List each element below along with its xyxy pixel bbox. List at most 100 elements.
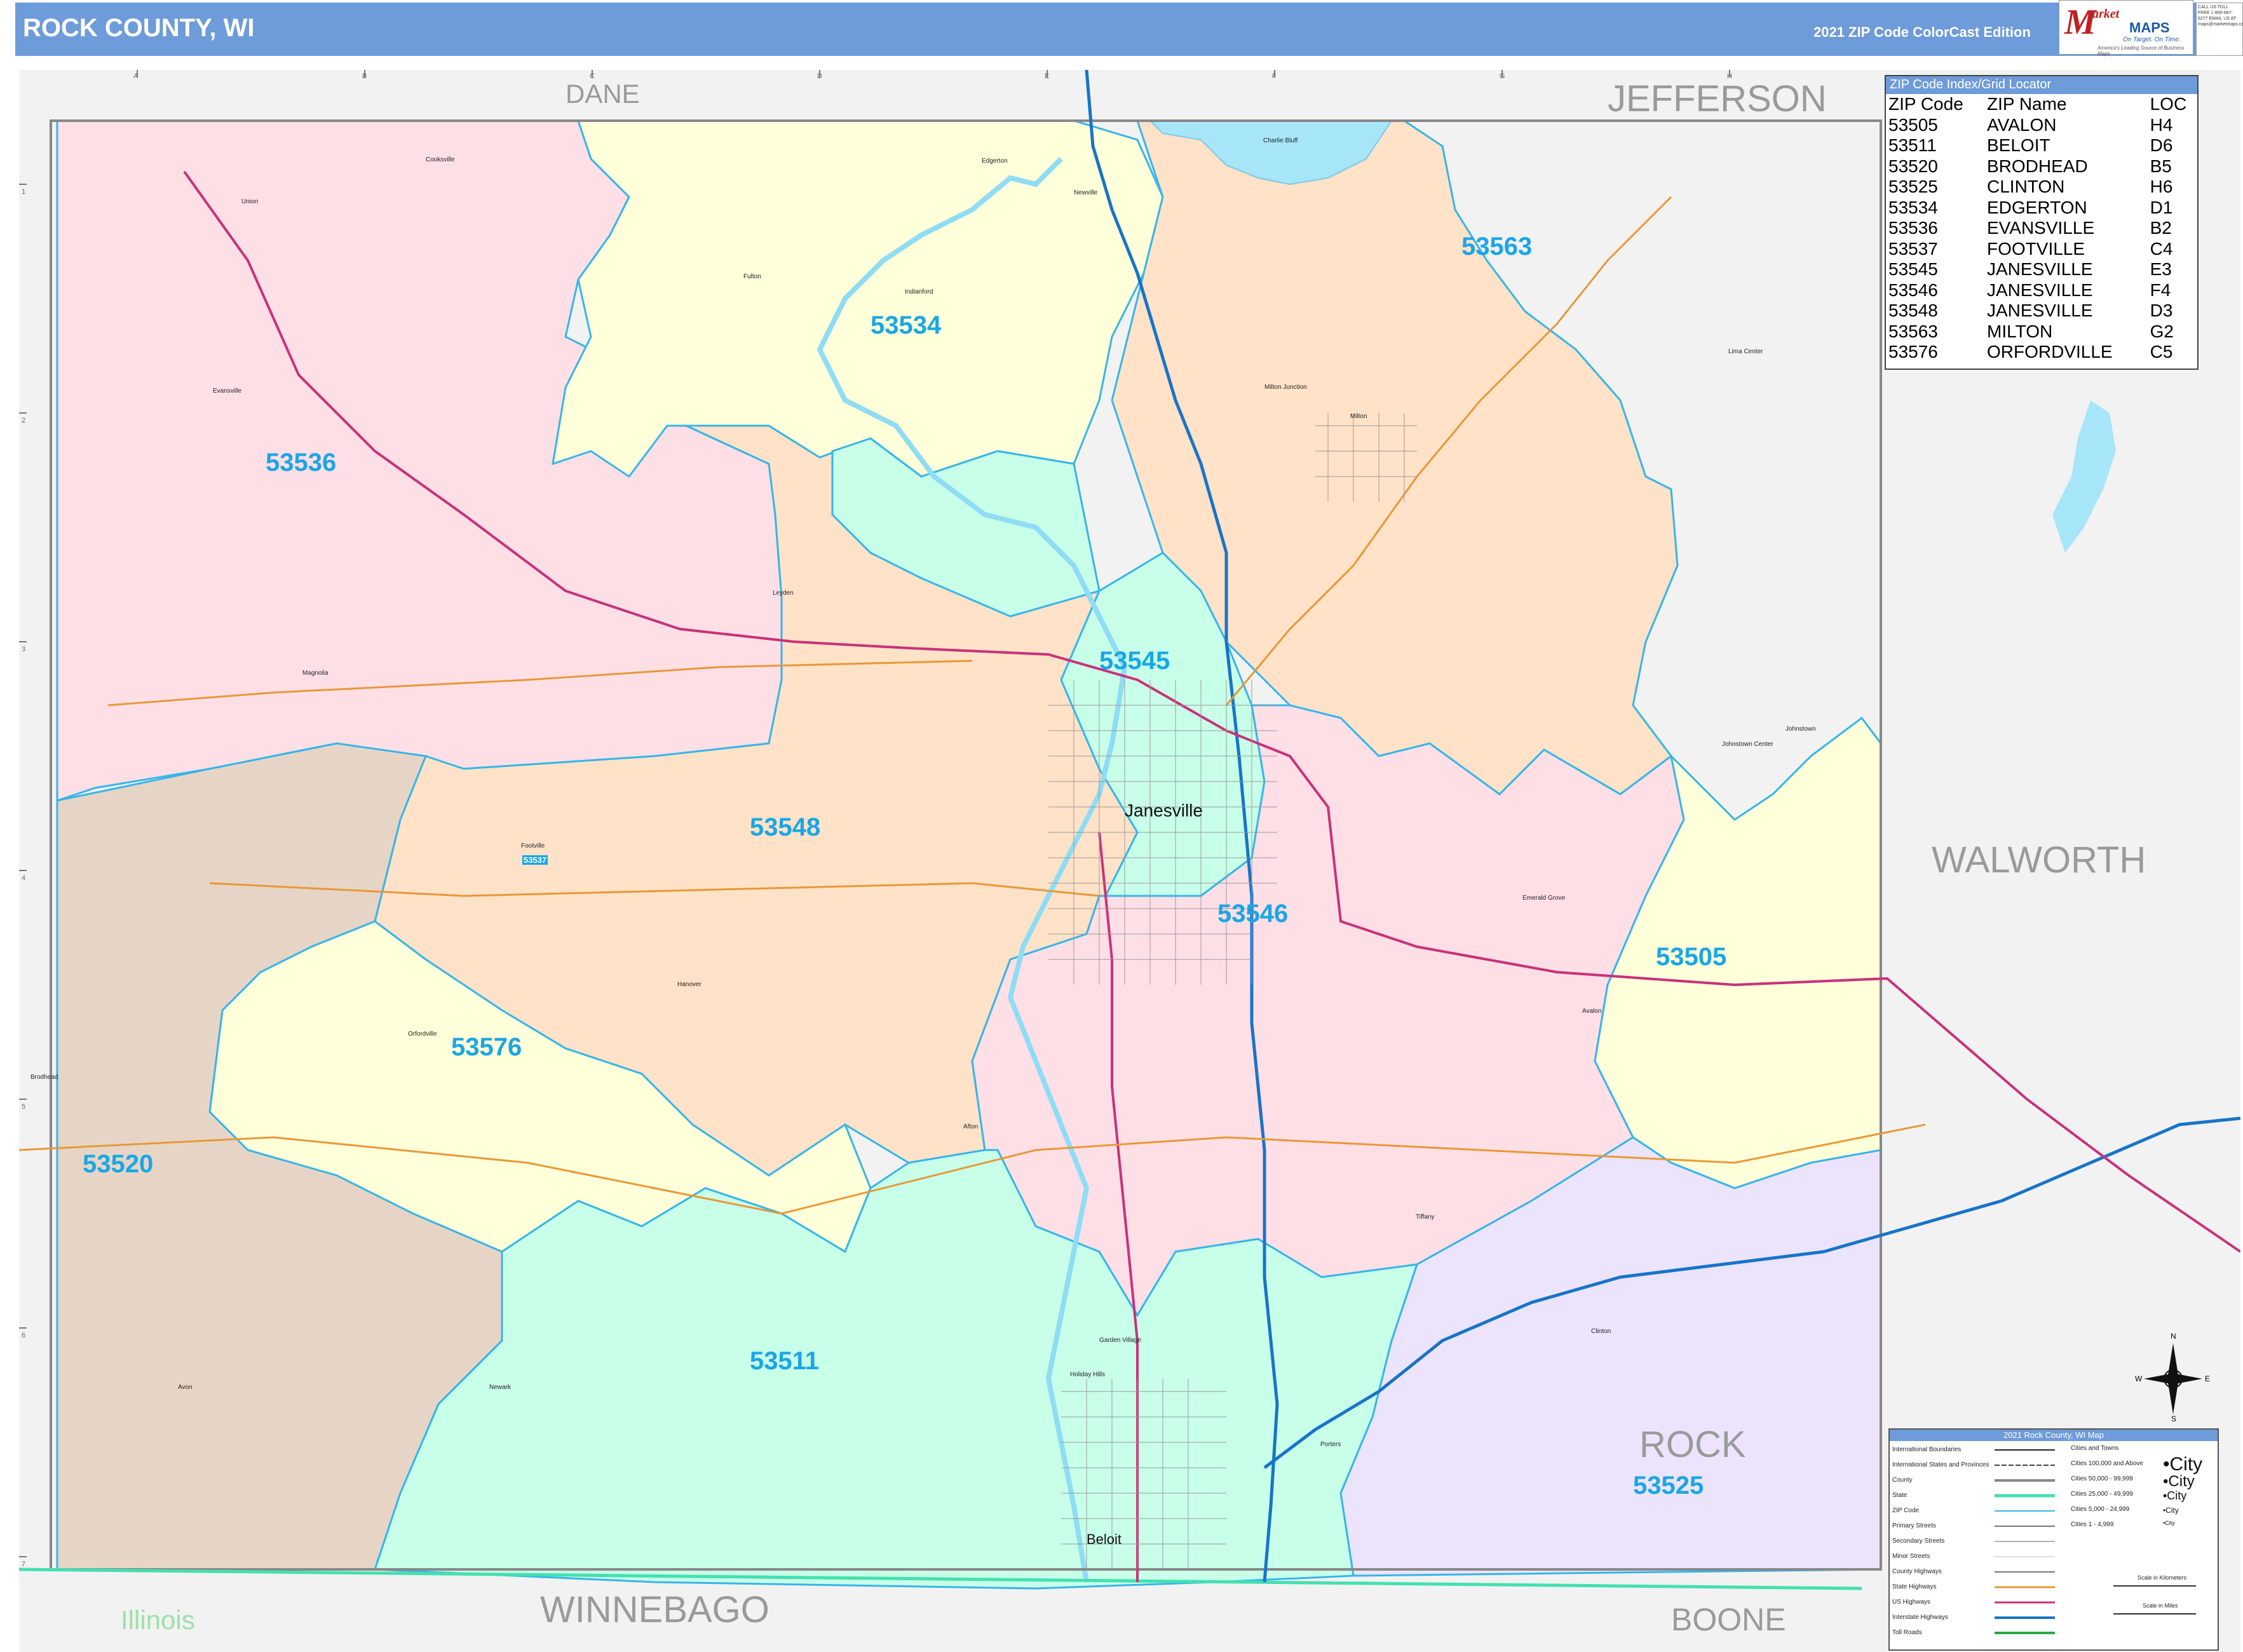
index-cell: 53563 [1888, 321, 1938, 341]
county-label-dane: DANE [566, 79, 640, 109]
zip-label-53536: 53536 [266, 449, 337, 477]
edition-label: 2021 ZIP Code ColorCast Edition [1813, 24, 2031, 40]
table-row: 53576 ORFORDVILLE C5 [1886, 342, 2197, 363]
index-cell: 53534 [1888, 197, 1938, 217]
index-col-loc: LOC [2150, 94, 2187, 114]
city-newark: Newark [489, 1384, 511, 1391]
grid-row-6: 6 [22, 1332, 26, 1339]
index-cell: 53546 [1888, 280, 1938, 300]
map-title: ROCK COUNTY, WI [23, 14, 255, 42]
city-magnolia: Magnolia [302, 670, 329, 677]
index-cell: 53525 [1888, 177, 1938, 196]
index-cell: JANESVILLE [1987, 280, 2093, 300]
compass-rose: N S W E [2135, 1332, 2211, 1423]
table-row: 53511 BELOIT D6 [1886, 135, 2197, 156]
zip-label-53576: 53576 [451, 1033, 522, 1061]
city-newville: Newville [1074, 189, 1098, 196]
table-row: 53548 JANESVILLE D3 [1886, 301, 2197, 322]
grid-row-3: 3 [22, 646, 26, 653]
city-milton: Milton [1350, 413, 1367, 420]
grid-row-4: 4 [22, 874, 26, 882]
city-avalon: Avalon [1582, 1008, 1602, 1015]
grid-col-f: F [1272, 72, 1277, 80]
index-cell: MILTON [1987, 321, 2053, 341]
city-evansville: Evansville [213, 388, 242, 395]
zip-label-53511: 53511 [750, 1347, 820, 1375]
index-grid: ZIP Code ZIP Name LOC 53505 AVALON H4 5351… [1886, 94, 2197, 363]
city-porters: Porters [1320, 1441, 1341, 1448]
city-footville: Footville [521, 843, 545, 850]
index-cell: D6 [2150, 135, 2173, 155]
legend-scale-km: Scale in Kilometers [2138, 1574, 2187, 1581]
zip-label-53534: 53534 [871, 311, 942, 339]
index-cell: B2 [2150, 218, 2172, 238]
table-row: 53537 FOOTVILLE C4 [1886, 239, 2197, 260]
table-row: 53520 BRODHEAD B5 [1886, 156, 2197, 177]
legend-city-example: •City [2163, 1489, 2187, 1502]
index-cell: 53505 [1888, 114, 1938, 135]
index-cell: 53548 [1888, 301, 1938, 320]
city-charley-bluff: Charlie Bluff [1263, 137, 1298, 144]
grid-row-2: 2 [22, 417, 26, 424]
index-cell: BRODHEAD [1987, 156, 2088, 176]
zip-label-53546: 53546 [1217, 900, 1289, 928]
county-label-boone: BOONE [1671, 1602, 1786, 1637]
index-cell: BELOIT [1987, 135, 2050, 155]
legend-city-example: •City [2163, 1520, 2175, 1526]
city-cooksville: Cooksville [426, 156, 455, 163]
legend-city-example: •City [2163, 1473, 2195, 1490]
zip-label-53537: 53537 [522, 855, 548, 865]
city-milton-junction: Milton Junction [1264, 384, 1307, 391]
index-cell: C4 [2150, 238, 2173, 259]
index-col-name: ZIP Name [1987, 94, 2067, 114]
city-johnstown-center: Johnstown Center [1722, 741, 1773, 748]
index-cell: FOOTVILLE [1987, 238, 2085, 259]
table-row: 53545 JANESVILLE E3 [1886, 259, 2197, 280]
zip-label-53548: 53548 [750, 813, 821, 841]
compass-w: W [2135, 1374, 2143, 1383]
city-fulton: Fulton [743, 273, 761, 280]
grid-row-1: 1 [22, 188, 26, 196]
city-leyden: Leyden [773, 590, 794, 597]
city-afton: Afton [963, 1123, 979, 1130]
state-label-illinois: Illinois [121, 1605, 195, 1635]
county-label-rock: ROCK [1639, 1424, 1746, 1465]
table-row: 53534 EDGERTON D1 [1886, 198, 2197, 219]
zip-label-53520: 53520 [83, 1150, 154, 1178]
city-clinton: Clinton [1591, 1328, 1611, 1335]
table-row: 53563 MILTON G2 [1886, 322, 2197, 342]
grid-col-g: G [1500, 72, 1505, 80]
zip-label-53525: 53525 [1633, 1472, 1704, 1500]
market-maps-logo: M arket MAPS On Target. On Time. America… [2059, 0, 2193, 57]
legend-city-example: •City [2163, 1506, 2179, 1515]
logo-m: M [2064, 3, 2096, 42]
compass-e: E [2205, 1374, 2211, 1383]
contact-box: CALL US TOLL FREE 1-800-687-6277 EMAIL U… [2196, 3, 2243, 56]
index-cell: ORFORDVILLE [1987, 342, 2113, 362]
city-lima-center: Lima Center [1728, 348, 1763, 355]
logo-brand-2: MAPS [2129, 20, 2170, 36]
index-cell: G2 [2150, 321, 2174, 341]
index-cell: H4 [2150, 114, 2173, 135]
legend-city-class: Cities and Towns [2071, 1445, 2119, 1452]
table-row: 53536 EVANSVILLE B2 [1886, 218, 2197, 239]
table-row: 53505 AVALON H4 [1886, 115, 2197, 136]
index-cell: H6 [2150, 177, 2173, 196]
compass-s: S [2171, 1414, 2177, 1423]
table-row: 53525 CLINTON H6 [1886, 177, 2197, 198]
index-cell: CLINTON [1987, 177, 2065, 196]
index-cell: EVANSVILLE [1987, 218, 2095, 238]
index-cell: C5 [2150, 342, 2173, 362]
legend-city-example: •City [2163, 1454, 2203, 1475]
index-cell: 53545 [1888, 259, 1938, 279]
compass-n: N [2171, 1332, 2176, 1341]
index-cell: D3 [2150, 301, 2173, 320]
index-cell: JANESVILLE [1987, 301, 2093, 320]
zip-label-53563: 53563 [1461, 233, 1533, 261]
city-hanover: Hanover [677, 981, 701, 988]
table-row: 53546 JANESVILLE F4 [1886, 280, 2197, 301]
zip-label-53545: 53545 [1099, 647, 1170, 675]
county-label-jefferson: JEFFERSON [1608, 78, 1827, 119]
city-beloit: Beloit [1087, 1531, 1122, 1547]
city-tiffany: Tiffany [1416, 1214, 1435, 1221]
